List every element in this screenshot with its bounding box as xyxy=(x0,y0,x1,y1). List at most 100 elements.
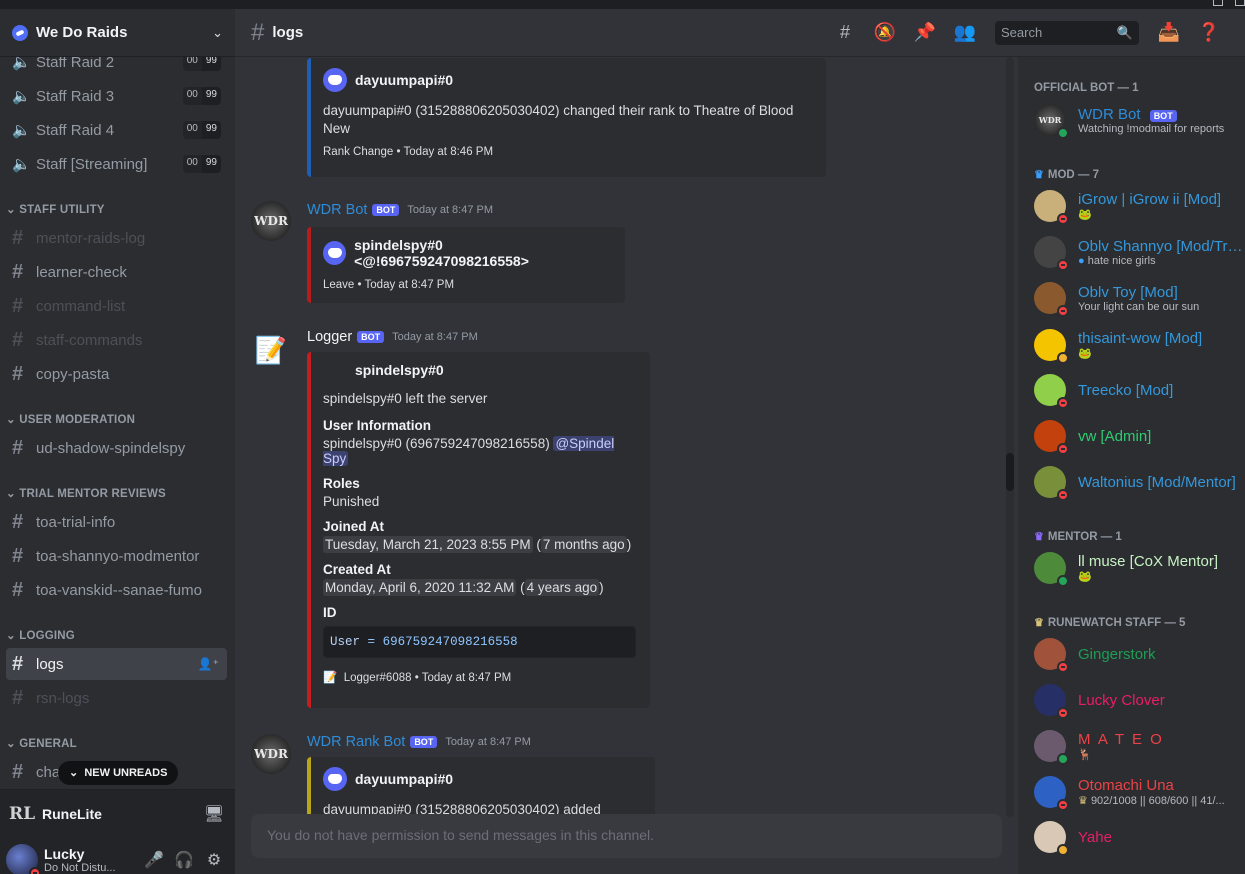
scrollbar-thumb[interactable] xyxy=(1006,453,1014,491)
voice-channel[interactable]: 🔈 Staff [Streaming] 00 99 xyxy=(6,148,227,180)
author-name[interactable]: WDR Bot xyxy=(307,202,367,218)
author-name[interactable]: Logger xyxy=(307,329,352,345)
channel-name: Staff Raid 4 xyxy=(36,121,115,139)
field-name: Created At xyxy=(323,562,391,577)
avatar xyxy=(1034,420,1069,455)
server-header[interactable]: We Do Raids ⌄ xyxy=(0,9,235,57)
activity-name: RuneLite xyxy=(42,805,102,822)
member-item[interactable]: thisaint-wow [Mod] 🐸 xyxy=(1034,325,1244,365)
screen-share-icon[interactable]: 🖥 xyxy=(199,804,229,824)
member-item[interactable]: Otomachi Una ♛ 902/1008 || 608/600 || 41/… xyxy=(1034,772,1244,812)
avatar[interactable]: 📝 xyxy=(251,330,291,370)
avatar xyxy=(1034,776,1069,811)
category-trial-mentor-reviews[interactable]: ⌄ TRIAL MENTOR REVIEWS xyxy=(6,486,166,500)
window-control[interactable] xyxy=(1213,0,1223,6)
embed-footer: 📝 Logger#6088 • Today at 8:47 PM xyxy=(323,672,512,684)
avatar xyxy=(1034,821,1069,856)
mute-mic-icon[interactable]: 🎤 xyxy=(139,850,169,870)
category-general[interactable]: ⌄ GENERAL xyxy=(6,736,77,750)
voice-channel[interactable]: 🔈 Staff Raid 4 00 99 xyxy=(6,114,227,146)
hash-icon: # xyxy=(251,18,265,46)
member-item[interactable]: Oblv Toy [Mod] Your light can be our sun xyxy=(1034,278,1244,318)
hash-icon: # xyxy=(12,226,24,249)
voice-limit-badge: 00 99 xyxy=(182,155,221,173)
avatar xyxy=(1034,638,1069,673)
field-value: Punished xyxy=(323,494,380,509)
channel-copy-pasta[interactable]: # copy-pasta xyxy=(6,358,227,390)
channel-learner-check[interactable]: # learner-check xyxy=(6,256,227,288)
member-item[interactable]: iGrow | iGrow ii [Mod] 🐸 xyxy=(1034,186,1244,226)
hash-icon: # xyxy=(12,578,24,601)
hash-icon: # xyxy=(12,686,24,709)
channel-toa-trial-info[interactable]: # toa-trial-info xyxy=(6,506,227,538)
members-icon[interactable]: 👥 xyxy=(945,22,985,43)
channel-staff-commands[interactable]: # staff-commands xyxy=(6,324,227,356)
hash-icon: # xyxy=(12,510,24,533)
scrollbar[interactable] xyxy=(1006,57,1014,817)
member-item[interactable]: Gingerstork xyxy=(1034,634,1244,674)
dnd-status-icon xyxy=(29,867,41,874)
embed: spindelspy#0 <@!696759247098216558> Leav… xyxy=(307,227,625,303)
member-item[interactable]: Lucky Clover xyxy=(1034,680,1244,720)
bot-badge: BOT xyxy=(372,204,400,216)
category-user-moderation[interactable]: ⌄ USER MODERATION xyxy=(6,412,135,426)
member-item[interactable]: M A T E O 🦌 xyxy=(1034,726,1244,766)
channel-toa-vanskid[interactable]: # toa-vanskid--sanae-fumo xyxy=(6,574,227,606)
embed: spindelspy#0 spindelspy#0 left the serve… xyxy=(307,352,650,708)
member-category: ♛ MENTOR — 1 xyxy=(1034,530,1122,544)
avatar[interactable]: WDR xyxy=(251,734,291,774)
bell-muted-icon[interactable]: 🔕 xyxy=(865,22,905,43)
category-staff-utility[interactable]: ⌄ STAFF UTILITY xyxy=(6,202,105,216)
channel-logs[interactable]: # logs 👤⁺ xyxy=(6,648,227,680)
deafen-icon[interactable]: 🎧 xyxy=(169,850,199,870)
help-icon[interactable]: ❓ xyxy=(1189,22,1229,43)
gear-icon[interactable]: ⚙ xyxy=(199,850,229,870)
search-icon: 🔍 xyxy=(1116,24,1133,40)
message-composer: You do not have permission to send messa… xyxy=(251,814,1002,858)
embed-author: spindelspy#0 <@!696759247098216558> xyxy=(323,237,611,269)
member-item[interactable]: ll muse [CoX Mentor] 🐸 xyxy=(1034,548,1244,588)
member-item[interactable]: vw [Admin] xyxy=(1034,416,1244,456)
author-name[interactable]: WDR Rank Bot xyxy=(307,734,405,750)
user-panel: Lucky Do Not Distu... 🎤 🎧 ⚙ xyxy=(0,837,235,874)
threads-icon[interactable]: #​ xyxy=(825,22,865,43)
bot-badge: BOT xyxy=(357,331,385,343)
channel-ud-shadow-spindelspy[interactable]: # ud-shadow-spindelspy xyxy=(6,432,227,464)
hash-icon: # xyxy=(12,760,24,783)
field-name: User Information xyxy=(323,418,432,433)
voice-limit-badge: 00 99 xyxy=(182,121,221,139)
chevron-down-icon[interactable]: ⌄ xyxy=(212,25,223,41)
member-item[interactable]: Oblv Shannyo [Mod/Trial] ● hate nice girl… xyxy=(1034,232,1244,272)
create-invite-icon[interactable]: 👤⁺ xyxy=(198,657,219,671)
avatar[interactable]: WDR xyxy=(251,201,291,241)
embed: dayuumpapi#0 dayuumpapi#0 (3152888062050… xyxy=(307,58,826,177)
shield-icon: ♛ xyxy=(1034,617,1044,629)
logger-icon: 📝 xyxy=(323,672,338,684)
hash-icon: # xyxy=(12,294,24,317)
inbox-icon[interactable]: 📥 xyxy=(1149,22,1189,43)
search-input[interactable]: Search 🔍 xyxy=(995,20,1139,45)
avatar xyxy=(1034,282,1069,317)
embed: dayuumpapi#0 dayuumpapi#0 (3152888062050… xyxy=(307,757,655,817)
timestamp: Today at 8:47 PM xyxy=(392,331,478,343)
window-control[interactable] xyxy=(1235,0,1245,6)
username: Lucky xyxy=(44,846,85,862)
new-unreads-button[interactable]: ⌄ NEW UNREADS xyxy=(58,761,179,785)
member-item[interactable]: Treecko [Mod] xyxy=(1034,370,1244,410)
discord-icon xyxy=(323,68,347,92)
field-value: Monday, April 6, 2020 11:32 AM (4 years … xyxy=(323,579,604,596)
avatar[interactable] xyxy=(6,844,41,874)
member-item[interactable]: Yahe xyxy=(1034,817,1244,857)
voice-channel[interactable]: 🔈 Staff Raid 3 00 99 xyxy=(6,80,227,112)
channel-command-list[interactable]: # command-list xyxy=(6,290,227,322)
member-item[interactable]: WDR WDR Bot BOT Watching !modmail for re… xyxy=(1034,100,1244,140)
pin-icon[interactable]: 📌 xyxy=(905,22,945,43)
category-logging[interactable]: ⌄ LOGGING xyxy=(6,628,75,642)
member-item[interactable]: Waltonius [Mod/Mentor] xyxy=(1034,462,1244,502)
channel-rsn-logs[interactable]: # rsn-logs xyxy=(6,682,227,714)
channel-mentor-raids-log[interactable]: # mentor-raids-log xyxy=(6,222,227,254)
code-block: User = 696759247098216558 xyxy=(323,626,636,658)
channel-toa-shannyo-modmentor[interactable]: # toa-shannyo-modmentor xyxy=(6,540,227,572)
avatar xyxy=(1034,374,1069,409)
server-name: We Do Raids xyxy=(36,24,128,41)
